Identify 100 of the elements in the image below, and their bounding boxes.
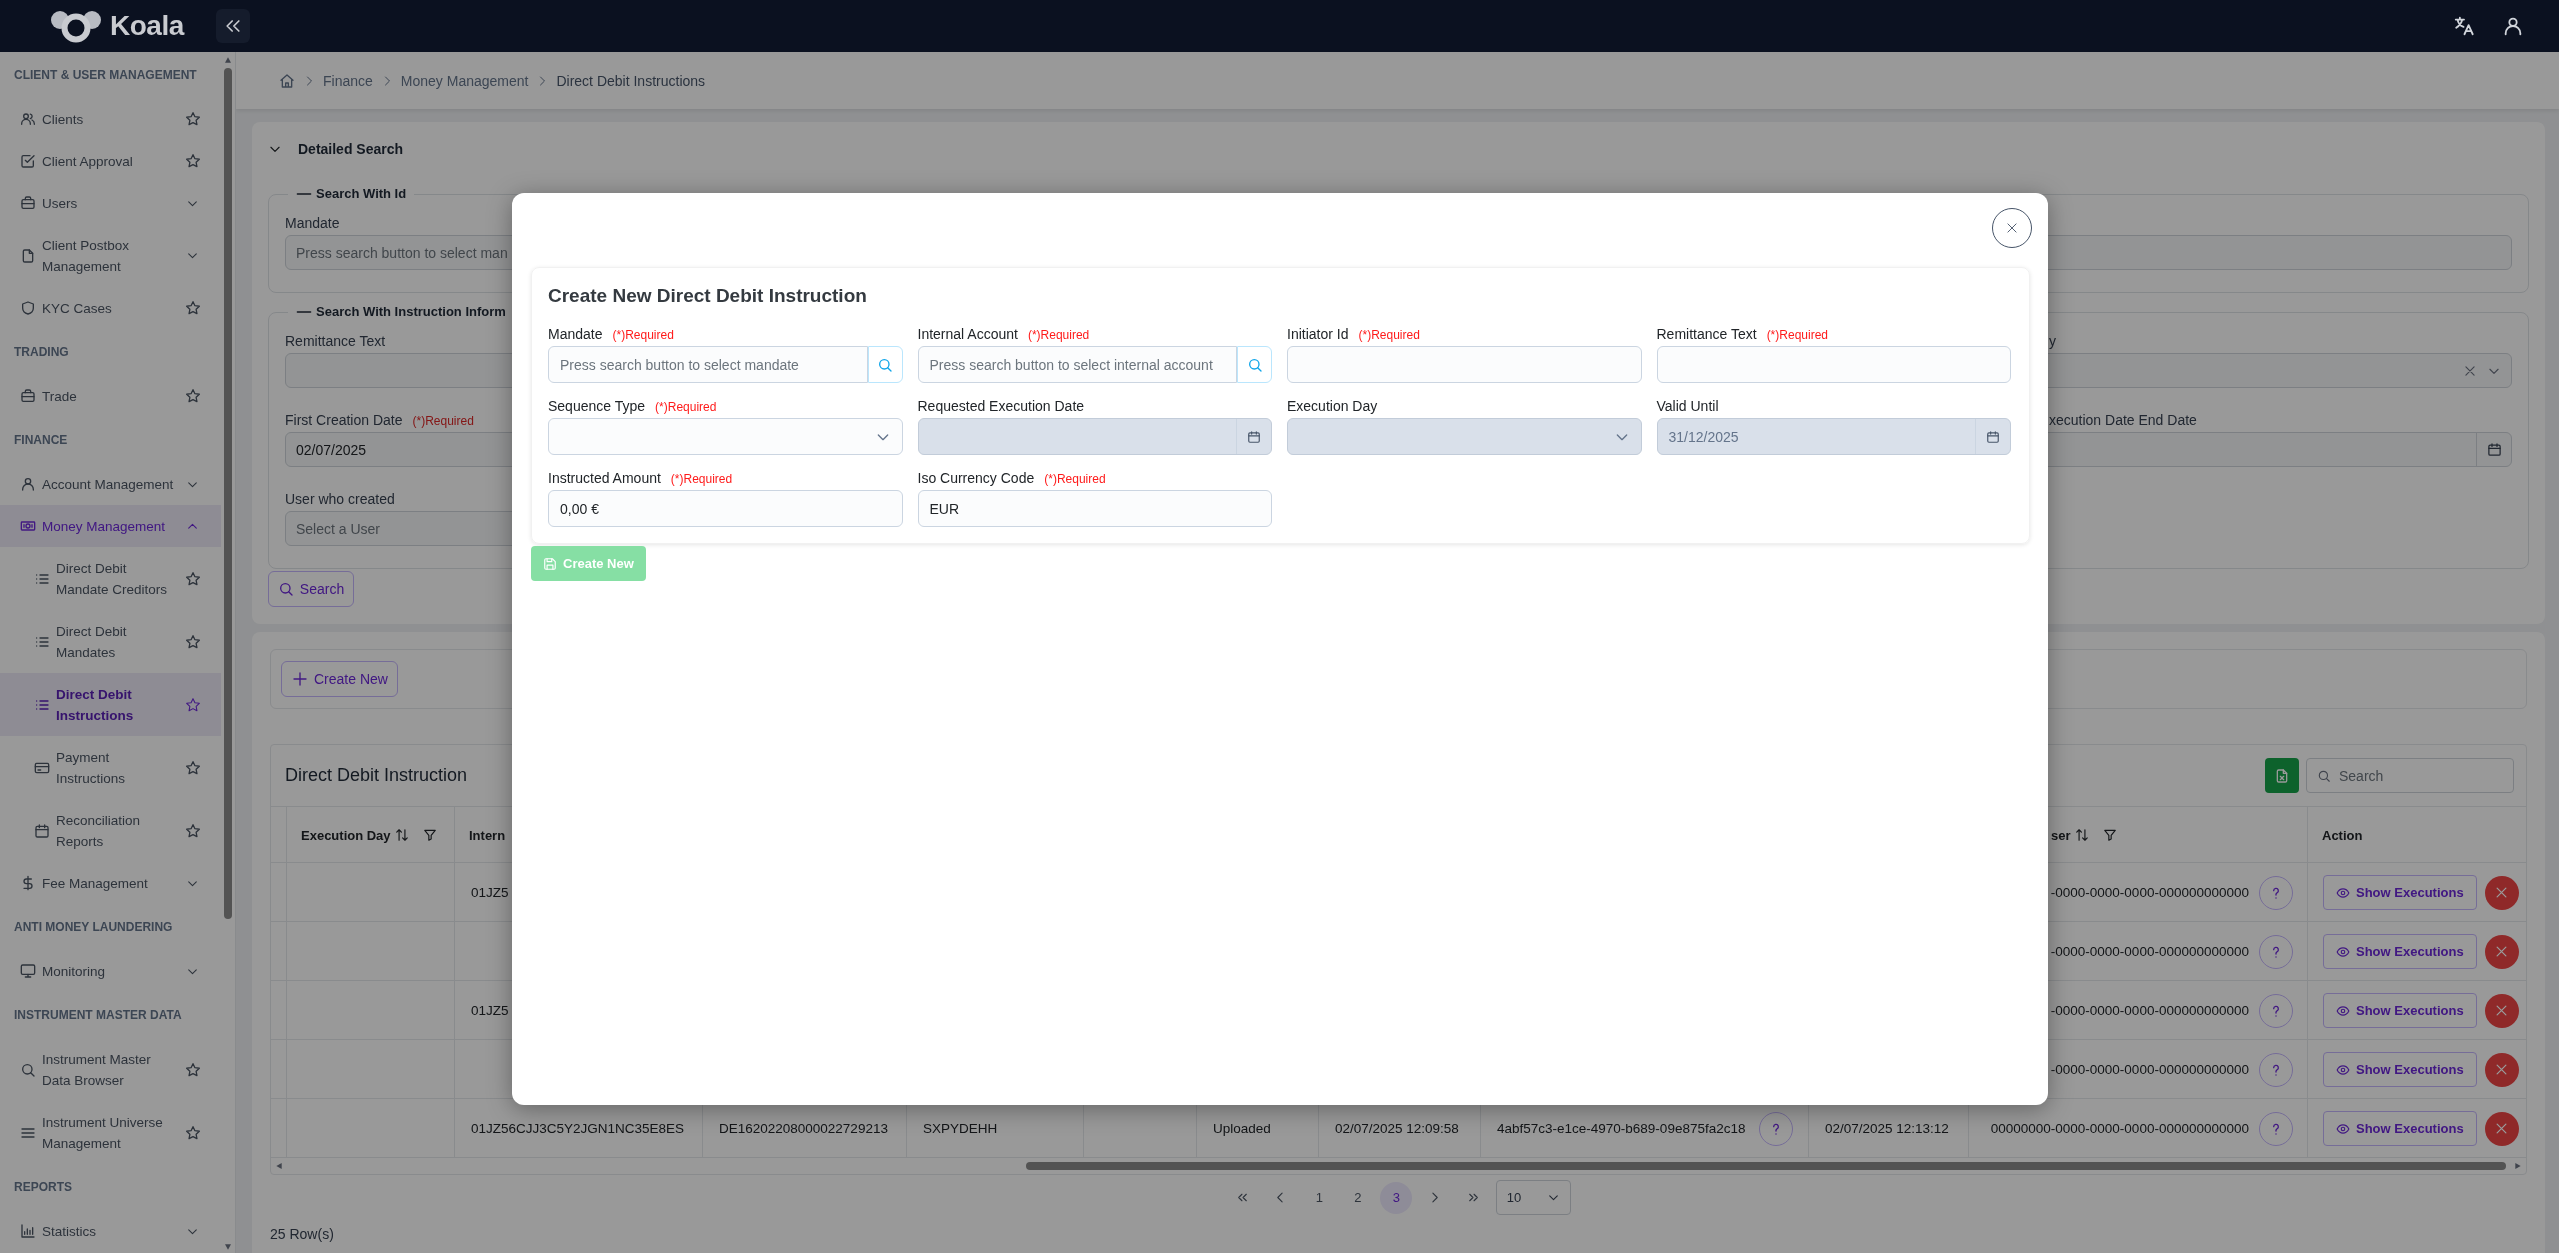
- input-field[interactable]: Press search button to select internal account: [917, 346, 1237, 383]
- scroll-down-arrow-icon[interactable]: [223, 1243, 233, 1251]
- sidebar-item[interactable]: Direct Debit Mandates: [0, 610, 221, 673]
- dollar-icon: [20, 875, 36, 891]
- page-button[interactable]: 1: [1303, 1181, 1336, 1214]
- filter-icon[interactable]: [2102, 828, 2117, 842]
- user-icon[interactable]: [2502, 15, 2524, 37]
- star-icon[interactable]: [185, 111, 201, 127]
- required-note: (*)Required: [412, 413, 474, 430]
- sidebar-item[interactable]: Instrument Universe Management: [0, 1101, 221, 1164]
- sidebar-item[interactable]: Fee Management: [0, 862, 221, 904]
- star-icon[interactable]: [185, 388, 201, 404]
- collapse-sidebar-button[interactable]: [215, 9, 250, 43]
- delete-button[interactable]: [2484, 1052, 2519, 1087]
- sort-icon[interactable]: [394, 828, 409, 842]
- star-icon[interactable]: [185, 1061, 201, 1078]
- sidebar-item[interactable]: Instrument Master Data Browser: [0, 1038, 221, 1101]
- section-heading: TRADING: [13, 344, 70, 361]
- delete-button[interactable]: [2484, 993, 2519, 1028]
- double-chevron-left-icon: [1235, 1191, 1249, 1204]
- home-icon[interactable]: [279, 72, 295, 89]
- close-button[interactable]: [1992, 208, 2032, 248]
- row-count: 25 Row(s): [270, 1225, 335, 1244]
- sidebar-item[interactable]: Clients: [0, 98, 221, 140]
- star-icon[interactable]: [185, 153, 201, 169]
- sidebar-item[interactable]: Statistics: [0, 1210, 221, 1252]
- translate-icon[interactable]: [2453, 15, 2475, 37]
- star-icon[interactable]: [185, 822, 201, 839]
- scrollbar-thumb[interactable]: [224, 68, 232, 919]
- show-executions-button[interactable]: Show Executions: [2323, 1111, 2477, 1146]
- sidebar-item[interactable]: Money Management: [0, 505, 221, 547]
- breadcrumb-link[interactable]: Money Management: [400, 72, 529, 89]
- monitor-icon: [20, 963, 36, 979]
- star-icon[interactable]: [185, 759, 201, 776]
- search-icon: [1246, 356, 1263, 373]
- logo-text: Koala: [110, 10, 184, 42]
- show-executions-button[interactable]: Show Executions: [2323, 993, 2477, 1028]
- x-icon[interactable]: [2463, 363, 2477, 378]
- sidebar-item[interactable]: Monitoring: [0, 950, 221, 992]
- scrollbar-thumb[interactable]: [1026, 1162, 2506, 1170]
- briefcase-icon: [20, 195, 36, 211]
- breadcrumb-link[interactable]: Finance: [323, 72, 373, 89]
- sidebar-item[interactable]: Client Approval: [0, 140, 221, 182]
- sidebar-item[interactable]: Direct Debit Instructions: [0, 673, 221, 736]
- search-field[interactable]: Search: [2306, 758, 2514, 793]
- input-field[interactable]: EUR: [917, 490, 1272, 527]
- user-icon: [20, 476, 36, 492]
- input-field[interactable]: [1656, 346, 2011, 383]
- required-note: (*)Required: [1766, 327, 1828, 344]
- input-field[interactable]: 0,00 €: [548, 490, 903, 527]
- table-cell: SXPYDEHH: [923, 1121, 998, 1136]
- sort-icon[interactable]: [2074, 828, 2089, 842]
- scroll-right-arrow-icon[interactable]: [2514, 1161, 2522, 1171]
- show-executions-button[interactable]: Show Executions: [2323, 875, 2477, 910]
- delete-button[interactable]: [2484, 934, 2519, 969]
- create-button[interactable]: Create New: [281, 661, 398, 697]
- table-cell: 01JZ5: [471, 885, 509, 900]
- file-icon: [20, 247, 36, 264]
- sidebar-item[interactable]: Trade: [0, 375, 221, 417]
- sidebar-item[interactable]: Payment Instructions: [0, 736, 221, 799]
- scroll-left-arrow-icon[interactable]: [275, 1161, 283, 1171]
- search-button[interactable]: Search: [268, 571, 354, 607]
- sidebar-item[interactable]: Account Management: [0, 463, 221, 505]
- delete-button[interactable]: [2484, 1111, 2519, 1146]
- page-size-dropdown[interactable]: 10: [1495, 1180, 1571, 1215]
- sidebar-item[interactable]: Users: [0, 182, 221, 224]
- star-icon[interactable]: [185, 570, 201, 587]
- check-square-icon: [20, 153, 36, 169]
- sidebar-item[interactable]: Client Postbox Management: [0, 224, 221, 287]
- delete-button[interactable]: [2484, 875, 2519, 910]
- field-label: Sequence Type: [548, 397, 646, 416]
- input-field[interactable]: [1287, 346, 1642, 383]
- field-label: Remittance Text: [285, 332, 386, 351]
- star-icon[interactable]: [185, 633, 201, 650]
- file-icon: [2274, 767, 2290, 784]
- section-heading: INSTRUMENT MASTER DATA: [13, 1007, 183, 1024]
- sidebar-item[interactable]: KYC Cases: [0, 287, 221, 329]
- field-label: Mandate: [548, 325, 603, 344]
- star-icon[interactable]: [185, 300, 201, 316]
- search-button[interactable]: [867, 346, 903, 383]
- scroll-up-arrow-icon[interactable]: [223, 56, 233, 64]
- filter-icon[interactable]: [422, 828, 437, 842]
- help-button[interactable]: [1759, 1111, 1793, 1146]
- dropdown-field[interactable]: [548, 418, 903, 455]
- search-button[interactable]: [1237, 346, 1272, 383]
- double-chevron-right-icon: [1466, 1191, 1480, 1204]
- page-button[interactable]: 2: [1341, 1181, 1374, 1214]
- star-icon[interactable]: [185, 1124, 201, 1141]
- show-executions-button[interactable]: Show Executions: [2323, 934, 2477, 969]
- input-field[interactable]: Press search button to select mandate: [548, 346, 868, 383]
- star-icon[interactable]: [185, 696, 201, 713]
- sidebar-item[interactable]: Direct Debit Mandate Creditors: [0, 547, 221, 610]
- show-executions-button[interactable]: Show Executions: [2323, 1052, 2477, 1087]
- table-cell: 01JZ56CJJ3C5Y2JGN1NC35E8ES: [471, 1121, 685, 1136]
- required-note: (*)Required: [655, 399, 717, 416]
- sidebar-item[interactable]: Reconciliation Reports: [0, 799, 221, 862]
- export-button[interactable]: [2265, 758, 2299, 793]
- group-title: Search With Instruction Inform: [316, 303, 506, 321]
- page-button[interactable]: 3: [1380, 1181, 1413, 1214]
- field-label: First Creation Date: [285, 411, 403, 430]
